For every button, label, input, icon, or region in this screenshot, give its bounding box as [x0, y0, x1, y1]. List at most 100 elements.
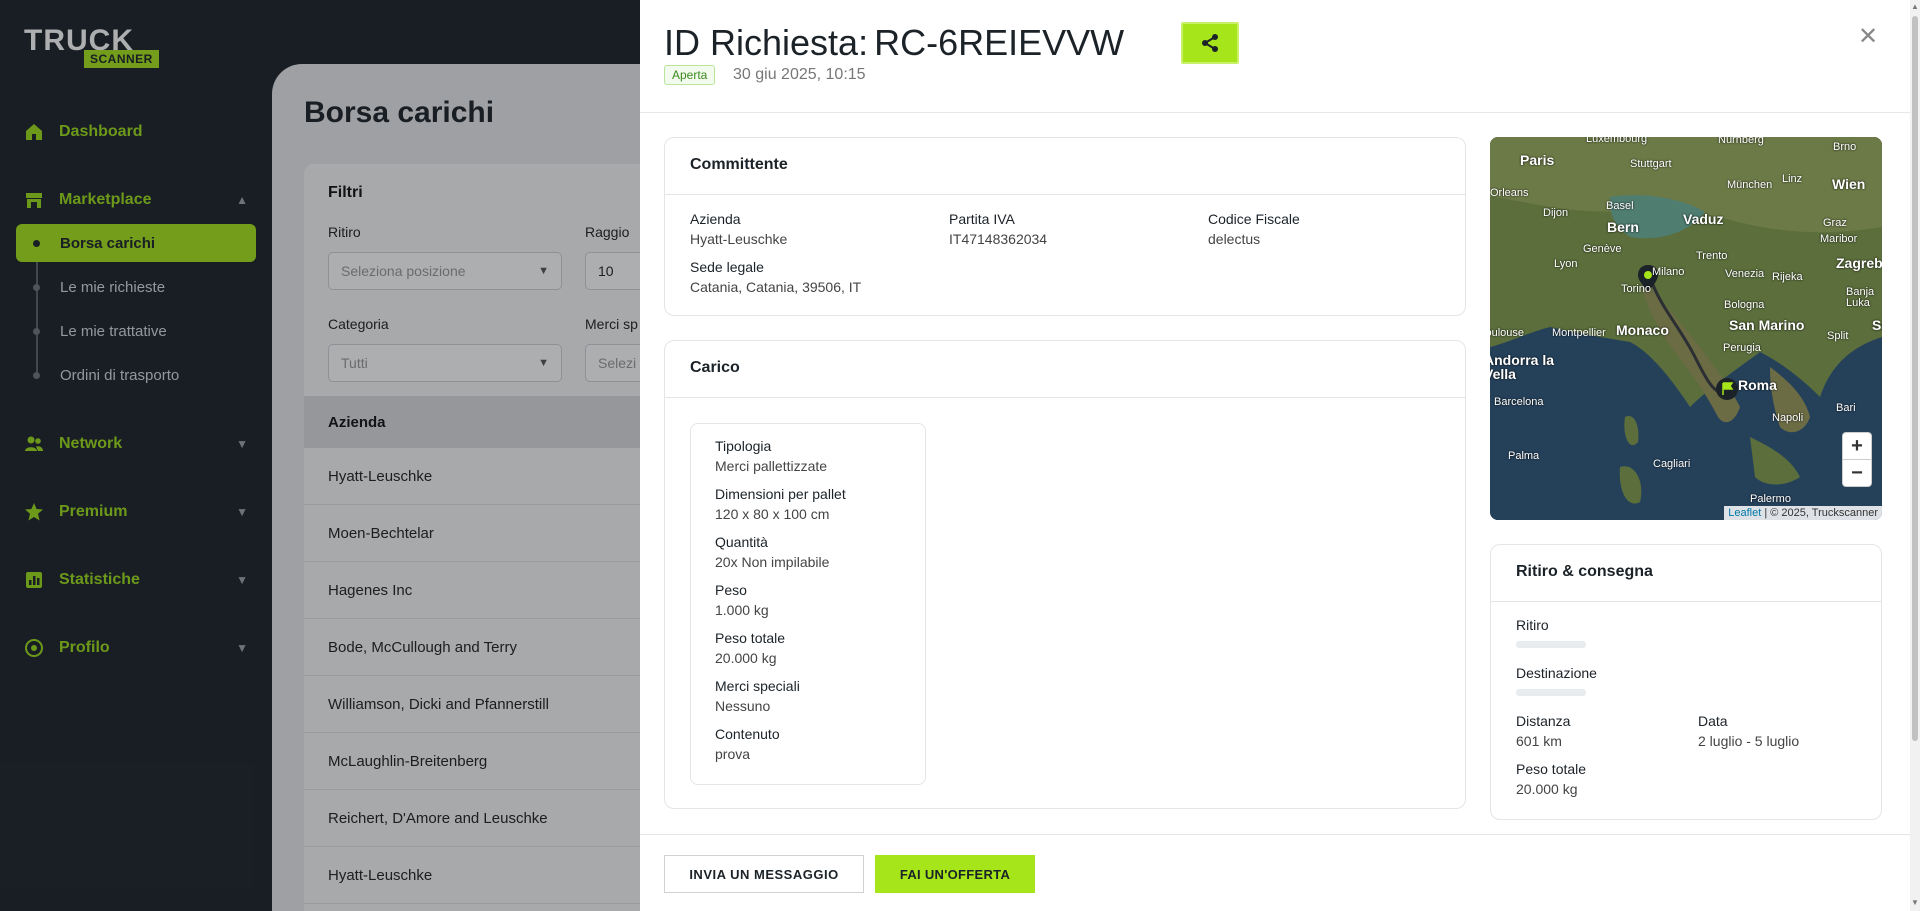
map-label: Wien	[1832, 176, 1866, 192]
quantita-value: 20x Non impilabile	[715, 554, 830, 570]
map-label: Palma	[1508, 450, 1540, 462]
map-label: Torino	[1621, 283, 1651, 295]
map-label: Dijon	[1543, 207, 1569, 219]
merci-speciali-value: Nessuno	[715, 698, 771, 714]
carico-details: Tipologia Merci pallettizzate Dimensioni…	[690, 423, 926, 785]
dimensioni-value: 120 x 80 x 100 cm	[715, 506, 830, 522]
route-map[interactable]: Luxembourg Nürnberg Brno Paris Stuttgart…	[1490, 137, 1882, 520]
peso-label: Peso	[715, 582, 747, 598]
map-label: Paris	[1520, 152, 1555, 168]
tipologia-value: Merci pallettizzate	[715, 458, 828, 474]
peso-totale-value: 20.000 kg	[715, 650, 777, 666]
peso-totale-value: 20.000 kg	[1516, 781, 1578, 797]
map-label: Cagliari	[1653, 458, 1691, 470]
map-label: Perugia	[1723, 342, 1761, 354]
map-label: Sa	[1872, 317, 1882, 333]
peso-totale-label: Peso totale	[715, 630, 786, 646]
request-id: RC-6REIEVVW	[874, 22, 1125, 63]
map-label: Venezia	[1725, 268, 1765, 280]
contenuto-label: Contenuto	[715, 726, 780, 742]
map-label: Bologna	[1724, 299, 1765, 311]
distanza-value: 601 km	[1516, 733, 1562, 749]
leaflet-link[interactable]: Leaflet	[1728, 507, 1761, 519]
destinazione-loading	[1516, 689, 1586, 696]
card-divider	[665, 194, 1465, 195]
merci-speciali-label: Merci speciali	[715, 678, 800, 694]
map-label: Rijeka	[1772, 271, 1803, 283]
contenuto-value: prova	[715, 746, 751, 762]
carico-title: Carico	[690, 359, 740, 376]
sede-label: Sede legale	[690, 259, 764, 275]
piva-value: IT47148362034	[949, 231, 1048, 247]
panel-title: ID Richiesta: RC-6REIEVVW	[664, 22, 1124, 64]
peso-totale-label: Peso totale	[1516, 761, 1587, 777]
map-label: Napoli	[1772, 412, 1804, 424]
azienda-label: Azienda	[690, 211, 741, 227]
map-label: Vaduz	[1683, 211, 1724, 227]
scrollbar-thumb[interactable]	[1912, 16, 1918, 741]
committente-title: Committente	[690, 156, 788, 173]
map-label: Toulouse	[1490, 327, 1525, 339]
map-label: Orleans	[1490, 187, 1529, 199]
zoom-out-button[interactable]: −	[1842, 459, 1872, 487]
close-icon[interactable]: ✕	[1856, 23, 1880, 50]
map-label: Zagreb	[1836, 255, 1882, 271]
map-label: Roma	[1738, 377, 1777, 393]
map-label: Banja Luka	[1846, 286, 1875, 309]
cf-value: delectus	[1208, 231, 1261, 247]
peso-value: 1.000 kg	[715, 602, 769, 618]
map-label: Nürnberg	[1718, 137, 1764, 146]
attribution-text: | © 2025, Truckscanner	[1764, 507, 1878, 519]
azienda-value: Hyatt-Leuschke	[690, 231, 788, 247]
sede-value: Catania, Catania, 39506, IT	[690, 279, 862, 295]
map-label: Linz	[1782, 173, 1803, 185]
ritiro-consegna-card: Ritiro & consegna Ritiro Destinazione Di…	[1490, 544, 1882, 820]
scroll-up-icon[interactable]: ▲	[1911, 2, 1919, 11]
dimensioni-label: Dimensioni per pallet	[715, 486, 846, 502]
map-label: Lyon	[1554, 258, 1578, 270]
ritiro-label: Ritiro	[1516, 617, 1549, 633]
share-button[interactable]	[1181, 22, 1239, 64]
map-label: San Marino	[1729, 317, 1805, 333]
request-detail-panel: ID Richiesta: RC-6REIEVVW Aperta 30 giu …	[640, 0, 1920, 911]
map-label: Milano	[1652, 266, 1685, 278]
map-label: Basel	[1606, 200, 1634, 212]
data-value: 2 luglio - 5 luglio	[1698, 733, 1800, 749]
make-offer-button[interactable]: FAI UN'OFFERTA	[875, 855, 1035, 893]
cf-label: Codice Fiscale	[1208, 211, 1300, 227]
send-message-button[interactable]: INVIA UN MESSAGGIO	[664, 855, 864, 893]
scroll-down-icon[interactable]: ▼	[1911, 898, 1919, 907]
map-label: Bern	[1607, 219, 1639, 235]
map-label: Genève	[1583, 243, 1622, 255]
map-label: Luxembourg	[1586, 137, 1648, 145]
map-label: Andorra la Vella	[1490, 352, 1555, 382]
destination-flag-icon[interactable]	[1716, 378, 1738, 400]
map-label: Barcelona	[1494, 396, 1544, 408]
share-icon	[1202, 34, 1218, 52]
ritiro-loading	[1516, 641, 1586, 648]
map-label: Stuttgart	[1630, 158, 1672, 170]
zoom-in-button[interactable]: +	[1842, 432, 1872, 460]
map-label: Montpellier	[1552, 327, 1606, 339]
tipologia-label: Tipologia	[715, 438, 772, 454]
map-attribution: Leaflet | © 2025, Truckscanner	[1724, 506, 1882, 520]
map-label: Bari	[1836, 402, 1856, 414]
map-label: München	[1727, 179, 1773, 191]
carico-card: Carico Tipologia Merci pallettizzate Dim…	[664, 340, 1466, 809]
panel-scrollbar[interactable]: ▲ ▼	[1910, 0, 1920, 911]
piva-label: Partita IVA	[949, 211, 1015, 227]
map-label: Split	[1827, 330, 1849, 342]
quantita-label: Quantità	[715, 534, 768, 550]
committente-card: Committente Azienda Hyatt-Leuschke Parti…	[664, 137, 1466, 316]
map-label: Palermo	[1750, 493, 1791, 505]
map-label: Monaco	[1616, 322, 1669, 338]
map-label: Trento	[1696, 250, 1728, 262]
ritiro-consegna-title: Ritiro & consegna	[1516, 563, 1653, 580]
distanza-label: Distanza	[1516, 713, 1571, 729]
map-label: Maribor	[1820, 233, 1858, 245]
card-divider	[665, 397, 1465, 398]
request-date: 30 giu 2025, 10:15	[733, 66, 866, 83]
header-divider	[640, 112, 1910, 113]
destinazione-label: Destinazione	[1516, 665, 1597, 681]
panel-title-label: ID Richiesta:	[664, 22, 869, 63]
